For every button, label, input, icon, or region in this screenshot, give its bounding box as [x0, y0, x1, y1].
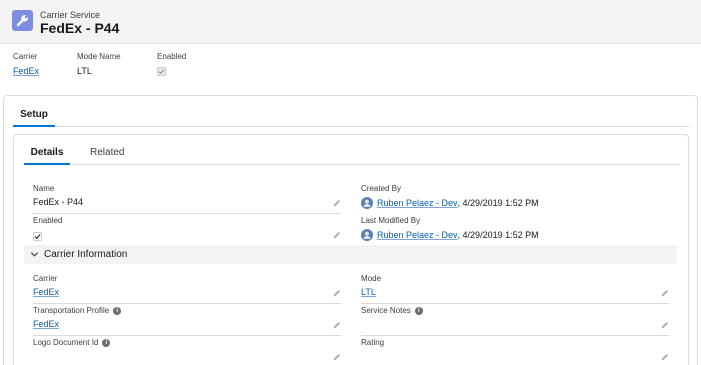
outer-tab-bar: Setup	[13, 104, 689, 127]
pencil-icon[interactable]	[660, 288, 669, 297]
page-header: Carrier Service FedEx - P44	[0, 0, 701, 44]
field-mode: Mode LTL	[361, 274, 669, 304]
highlight-mode-name-value: LTL	[77, 66, 92, 76]
pencil-icon[interactable]	[332, 198, 341, 207]
created-by-date: , 4/29/2019 1:52 PM	[457, 198, 539, 208]
field-enabled-checkbox	[33, 232, 42, 241]
field-enabled: Enabled	[33, 216, 341, 246]
highlight-mode-name-label: Mode Name	[77, 52, 121, 61]
pencil-icon[interactable]	[660, 352, 669, 361]
tab-setup[interactable]: Setup	[13, 109, 55, 120]
info-icon[interactable]: i	[414, 306, 423, 315]
highlight-enabled: Enabled	[157, 52, 186, 76]
tab-details[interactable]: Details	[24, 147, 70, 158]
field-logo-document-id: Logo Document Id i	[33, 338, 341, 365]
highlight-enabled-label: Enabled	[157, 52, 187, 61]
field-transportation-profile-link[interactable]: FedEx	[33, 319, 59, 329]
field-name-value: FedEx - P44	[33, 197, 84, 207]
highlight-carrier: Carrier FedEx	[13, 52, 39, 76]
tab-related[interactable]: Related	[90, 147, 124, 158]
object-type-label: Carrier Service	[40, 10, 101, 20]
avatar	[361, 197, 373, 209]
field-enabled-label: Enabled	[33, 216, 63, 225]
last-modified-by-user-link[interactable]: Ruben Pelaez - Dev	[377, 230, 458, 240]
pencil-icon[interactable]	[660, 320, 669, 329]
field-carrier-link[interactable]: FedEx	[33, 287, 59, 297]
field-last-modified-by-label: Last Modified By	[361, 216, 421, 225]
pencil-icon[interactable]	[332, 352, 341, 361]
section-carrier-information[interactable]: Carrier Information	[24, 245, 677, 264]
field-created-by-label: Created By	[361, 184, 402, 193]
info-icon[interactable]: i	[113, 306, 122, 315]
chevron-down-icon	[30, 252, 39, 257]
field-mode-label: Mode	[361, 274, 382, 283]
inner-tab-bar: Details Related	[24, 141, 680, 165]
field-transportation-profile-label: Transportation Profile	[33, 306, 110, 315]
section-title: Carrier Information	[44, 249, 128, 260]
info-icon[interactable]: i	[102, 338, 111, 347]
field-mode-link[interactable]: LTL	[361, 287, 376, 297]
tab-setup-indicator	[13, 125, 55, 127]
highlight-carrier-label: Carrier	[13, 52, 38, 61]
wrench-icon	[12, 10, 33, 31]
field-logo-document-id-label: Logo Document Id	[33, 338, 99, 347]
avatar	[361, 229, 373, 241]
highlight-enabled-checkbox	[157, 67, 166, 76]
field-last-modified-by: Last Modified By Ruben Pelaez - Dev , 4/…	[361, 216, 669, 246]
pencil-icon[interactable]	[332, 320, 341, 329]
pencil-icon[interactable]	[332, 288, 341, 297]
field-name-label: Name	[33, 184, 55, 193]
field-carrier: Carrier FedEx	[33, 274, 341, 304]
field-service-notes-label: Service Notes	[361, 306, 411, 315]
tab-details-indicator	[24, 163, 70, 165]
field-created-by: Created By Ruben Pelaez - Dev , 4/29/201…	[361, 184, 669, 214]
pencil-icon[interactable]	[332, 230, 341, 239]
field-name: Name FedEx - P44	[33, 184, 341, 214]
field-rating: Rating	[361, 338, 669, 365]
highlight-mode-name: Mode Name LTL	[77, 52, 121, 76]
last-modified-by-date: , 4/29/2019 1:52 PM	[457, 230, 539, 240]
field-rating-label: Rating	[361, 338, 385, 347]
highlight-carrier-link[interactable]: FedEx	[13, 66, 39, 76]
record-title: FedEx - P44	[40, 20, 120, 36]
field-transportation-profile: Transportation Profile i FedEx	[33, 306, 341, 336]
field-service-notes: Service Notes i	[361, 306, 669, 336]
field-carrier-label: Carrier	[33, 274, 58, 283]
created-by-user-link[interactable]: Ruben Pelaez - Dev	[377, 198, 458, 208]
